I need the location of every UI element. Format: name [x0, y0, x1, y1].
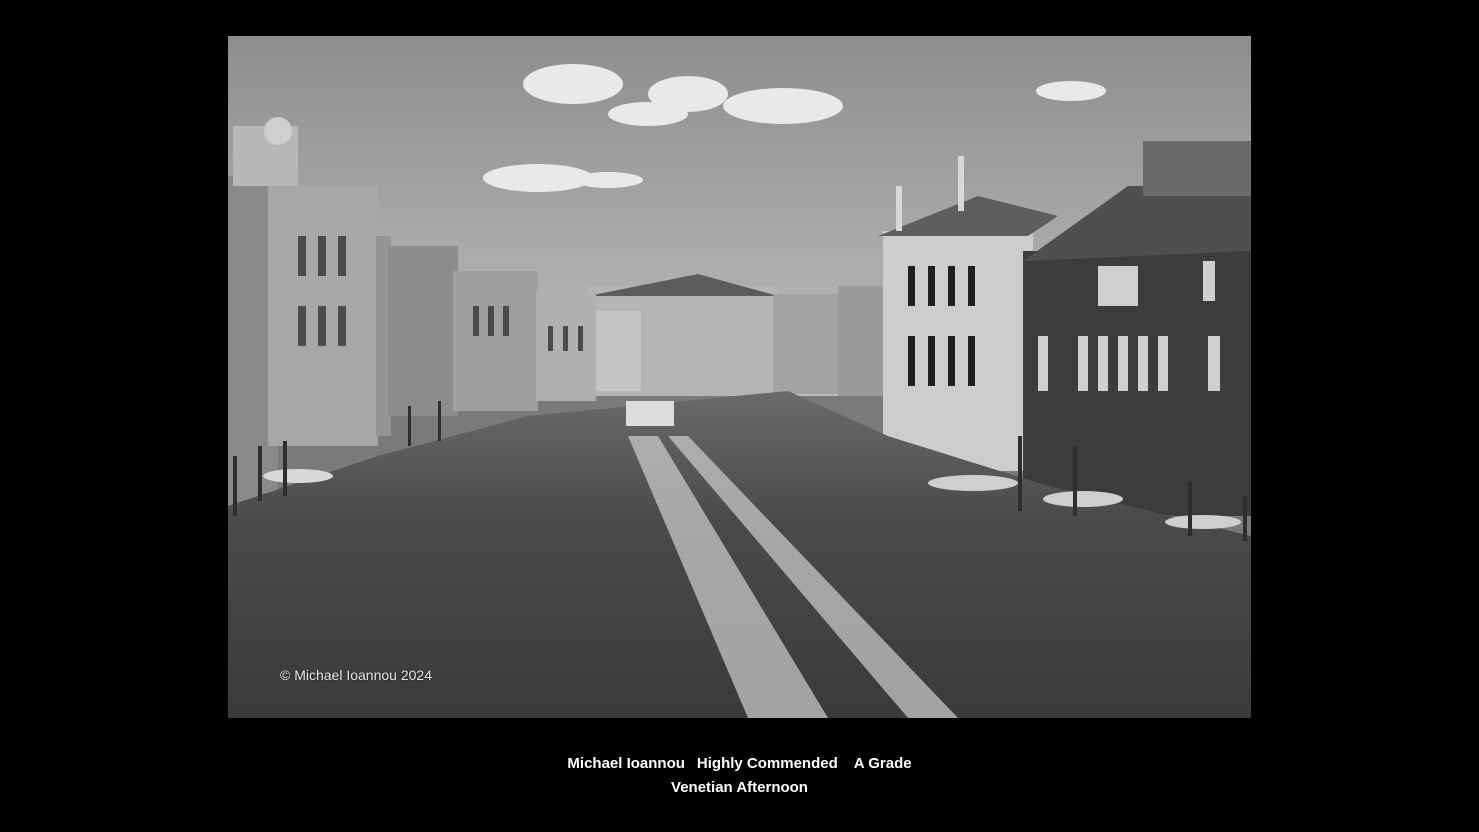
- photo-title: Venetian Afternoon: [671, 779, 808, 796]
- canal-scene: [228, 36, 1251, 718]
- caption-credit-line: Michael Ioannou Highly Commended A Grade: [0, 752, 1479, 776]
- award-label: Highly Commended: [696, 755, 838, 772]
- slide: © Michael Ioannou 2024 Michael Ioannou Hi…: [0, 0, 1479, 832]
- photo-watermark: © Michael Ioannou 2024: [280, 667, 432, 683]
- photograph: © Michael Ioannou 2024: [228, 36, 1251, 718]
- author-name: Michael Ioannou: [567, 755, 685, 772]
- grade-label: A Grade: [853, 755, 912, 772]
- photo-caption: Michael Ioannou Highly Commended A Grade V…: [0, 752, 1479, 800]
